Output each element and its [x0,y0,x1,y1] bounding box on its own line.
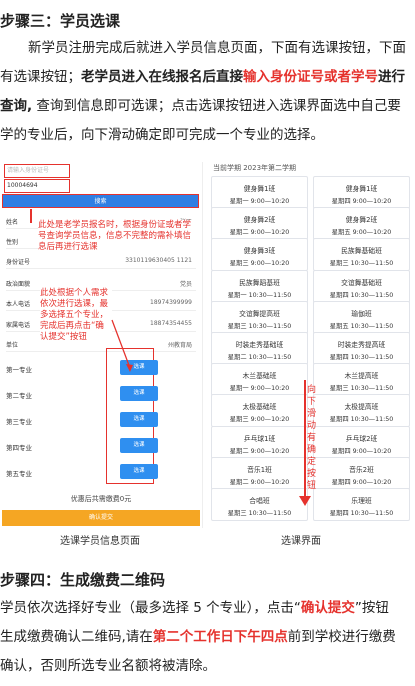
course-name: 民族舞基础班 [341,247,382,256]
course-name: 健身舞2班 [345,216,378,225]
course-selection-screenshot: 当前学期 2023年第二学期 健身舞1班 星期一 9:00—10:20 健身舞2班星… [203,162,415,528]
annotation-arrows [111,319,133,372]
step4-line1c: ”按钮 [354,600,389,616]
step3-line2d: 进行 [378,69,405,85]
course-name: 交谊舞基础班 [341,278,382,287]
annotation-scroll: 向下滑动有确定按钮 [307,385,317,491]
course-name: 时装走秀提高班 [337,341,386,349]
step3-line2b: 老学员进入在线报名后直接 [81,69,243,85]
course-time: 星期一 9:00—10:20 [229,198,290,205]
course-time: 星期四 9:00—10:20 [331,478,392,486]
course-card[interactable]: 民族舞基础班星期三 10:30—11:50 [313,238,410,272]
course-card[interactable]: 健身舞1班星期四 9:00—10:20 [313,176,410,209]
course-time: 星期四 10:30—11:50 [329,291,394,299]
course-card[interactable]: 时装走秀基础班星期二 10:30—11:50 [211,332,308,365]
course-card[interactable]: 交谊舞基础班星期四 10:30—11:50 [313,269,410,303]
course-time: 星期一 9:00—10:20 [229,385,290,393]
course-name: 木兰基础班 [242,372,277,381]
course-name: 时装走秀基础班 [235,341,284,349]
course-card[interactable]: 乒乓球1班星期二 9:00—10:20 [211,425,308,459]
course-time: 星期三 9:00—10:20 [229,260,290,268]
course-name: 音乐2班 [349,465,374,474]
course-name: 合唱班 [249,497,270,505]
course-card[interactable]: 民族舞蹈基班星期一 10:30—11:50 [211,269,308,303]
course-card[interactable]: 乐理班星期四 10:30—11:50 [313,488,410,521]
course-card[interactable]: 太极提高班星期四 10:30—11:50 [313,394,410,428]
step4-line1a: 学员依次选择好专业（最多选择 5 个专业），点击“ [0,600,301,616]
step3-line3a: 查询, [0,98,33,114]
course-time: 星期五 9:00—10:20 [331,229,392,237]
left-caption: 选课学员信息页面 [60,536,140,547]
course-time: 星期二 9:00—10:20 [229,229,290,237]
course-name: 木兰提高班 [344,372,379,381]
course-time: 星期三 9:00—10:20 [229,416,290,424]
step3-line3b: 查询到信息即可选课；点击选课按钮进入选课界面选中自己要 [32,98,401,114]
course-name: 乐理班 [351,497,372,505]
step4-line1: 学员依次选择好专业（最多选择 5 个专业），点击“确认提交”按钮 [0,597,389,620]
course-card[interactable]: 乒乓球2班星期四 9:00—10:20 [313,425,410,459]
course-name: 音乐1班 [247,465,272,474]
course-name: 健身舞3班 [243,247,276,256]
course-time: 星期四 9:00—10:20 [331,447,392,455]
step3-line4: 学的专业后，向下滑动确定即可完成一个专业的选择。 [0,127,324,143]
step4-line3: 确认，否则所选专业名额将被清除。 [0,658,216,674]
down-arrow-icon [299,496,311,506]
course-time: 星期三 10:30—11:50 [329,385,394,393]
course-time: 星期四 9:00—10:20 [331,198,392,205]
course-card[interactable]: 交谊舞提高班星期三 10:30—11:50 [211,300,308,334]
course-card[interactable]: 瑜伽班星期五 10:30—11:50 [313,300,410,334]
course-time: 星期四 10:30—11:50 [329,354,394,361]
course-card[interactable]: 健身舞3班星期三 9:00—10:20 [211,238,308,272]
course-time: 星期二 9:00—10:20 [229,447,290,455]
course-card[interactable]: 音乐1班星期二 9:00—10:20 [211,456,308,490]
step3-line1: 新学员注册完成后就进入学员信息页面，下面有选课按钮，下面 [28,40,406,56]
course-time: 星期一 10:30—11:50 [227,291,292,299]
course-time: 星期三 10:30—11:50 [329,260,394,268]
step4-line2a: 生成缴费确认二维码,请在 [0,629,153,645]
course-name: 交谊舞提高班 [239,309,280,318]
course-time: 星期三 10:30—11:50 [227,322,292,330]
course-card[interactable]: 健身舞2班星期五 9:00—10:20 [313,207,410,241]
course-card[interactable]: 健身舞2班星期二 9:00—10:20 [211,207,308,241]
step3-line2: 有选课按钮；老学员进入在线报名后直接输入身份证号或者学号进行 [0,66,405,89]
course-name: 健身舞1班 [345,185,378,193]
step3-line2c: 输入身份证号或者学号 [243,69,378,85]
course-card[interactable]: 合唱班星期三 10:30—11:50 [211,488,308,521]
course-time: 星期五 10:30—11:50 [329,322,394,330]
step3-line3: 查询, 查询到信息即可选课；点击选课按钮进入选课界面选中自己要 [0,95,401,118]
course-card[interactable]: 太极基础班星期三 9:00—10:20 [211,394,308,428]
course-time: 星期二 10:30—11:50 [227,354,292,361]
step4-heading: 步骤四：生成缴费二维码 [0,571,166,589]
course-name: 乒乓球1班 [243,434,276,443]
course-time: 星期三 10:30—11:50 [227,510,292,517]
course-time: 星期二 9:00—10:20 [229,478,290,486]
step4-line2c: 前到学校进行缴费 [287,629,396,645]
course-name: 瑜伽班 [351,309,372,318]
step3-line2a: 有选课按钮； [0,69,81,85]
course-card[interactable]: 木兰基础班星期一 9:00—10:20 [211,363,308,397]
course-name: 太极基础班 [242,403,277,412]
right-caption: 选课界面 [281,536,321,547]
course-card[interactable]: 木兰提高班星期三 10:30—11:50 [313,363,410,397]
course-card[interactable]: 时装走秀提高班星期四 10:30—11:50 [313,332,410,365]
course-time: 星期四 10:30—11:50 [329,416,394,424]
course-name: 健身舞2班 [243,216,276,225]
step4-line2: 生成缴费确认二维码,请在第二个工作日下午四点前到学校进行缴费 [0,626,396,649]
step3-heading: 步骤三：学员选课 [0,12,121,30]
step4-line1b: 确认提交 [300,600,355,616]
course-name: 健身舞1班 [243,185,276,193]
course-card[interactable]: 健身舞1班星期一 9:00—10:20 [211,176,308,209]
student-info-screenshot: 请输入身份证号 10004694 搜索 姓名张三 性别女 身份证号3310119… [0,162,203,528]
term-label: 当前学期 2023年第二学期 [213,164,297,172]
course-time: 星期四 10:30—11:50 [329,510,394,517]
step4-line2b: 第二个工作日下午四点 [152,629,288,645]
course-card[interactable]: 音乐2班星期四 9:00—10:20 [313,456,410,490]
scroll-down-arrow [304,380,306,500]
course-name: 太极提高班 [344,403,379,412]
course-name: 民族舞蹈基班 [239,278,280,287]
course-name: 乒乓球2班 [345,434,378,443]
